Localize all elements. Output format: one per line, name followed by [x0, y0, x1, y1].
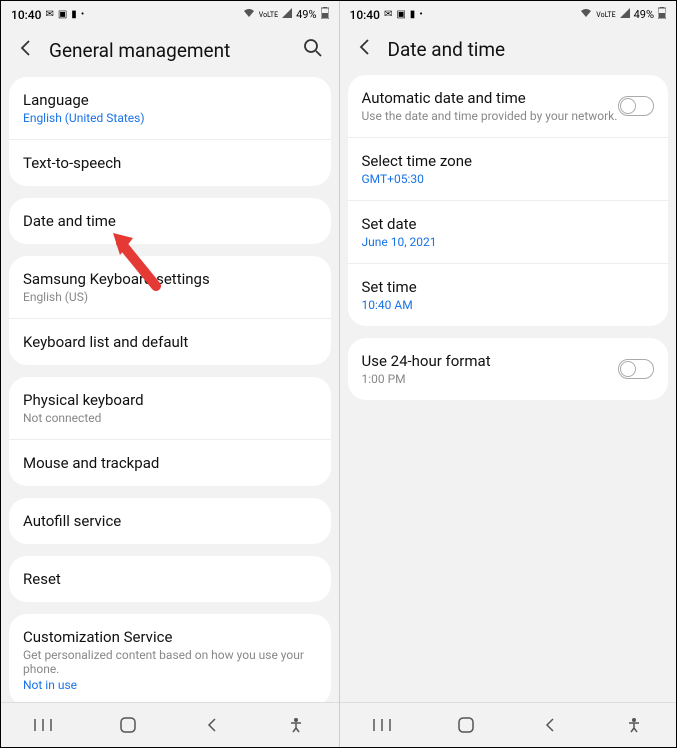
toggle-off[interactable] [618, 96, 654, 116]
nav-bar [340, 702, 677, 747]
item-sub-extra: Not in use [23, 678, 317, 692]
item-date-and-time[interactable]: Date and time [9, 198, 331, 244]
page-title: Date and time [388, 38, 661, 61]
recents-icon[interactable] [31, 713, 55, 737]
card: Customization Service Get personalized c… [9, 614, 331, 702]
screen-date-and-time: 10:40 ✉ ▣ ▮ • VoLTE 49% [339, 1, 677, 747]
item-sub: June 10, 2021 [362, 235, 655, 249]
notification-icon: ▣ [396, 9, 405, 20]
battery-icon [658, 7, 666, 22]
item-title: Set time [362, 278, 655, 296]
item-physical-keyboard[interactable]: Physical keyboard Not connected [9, 377, 331, 440]
item-title: Text-to-speech [23, 154, 317, 172]
card: Physical keyboard Not connected Mouse an… [9, 377, 331, 486]
back-icon[interactable] [17, 39, 35, 62]
item-title: Set date [362, 215, 655, 233]
signal-icon [282, 8, 292, 21]
page-title: General management [49, 39, 289, 62]
item-title: Automatic date and time [362, 89, 619, 107]
card: Samsung Keyboard settings English (US) K… [9, 256, 331, 365]
more-indicator: • [81, 9, 84, 20]
item-title: Use 24-hour format [362, 352, 619, 370]
card: Automatic date and time Use the date and… [348, 75, 669, 326]
lte-icon: VoLTE [259, 11, 278, 19]
item-sub: 1:00 PM [362, 372, 619, 386]
status-bar: 10:40 ✉ ▣ ▮ • VoLTE 49% [340, 1, 677, 28]
wifi-icon [580, 8, 592, 21]
item-title: Customization Service [23, 628, 317, 646]
item-select-time-zone[interactable]: Select time zone GMT+05:30 [348, 138, 669, 201]
lte-icon: VoLTE [596, 11, 615, 19]
status-bar: 10:40 ✉ ▣ ▮ • VoLTE 49% [1, 1, 339, 28]
item-set-time[interactable]: Set time 10:40 AM [348, 264, 669, 326]
wifi-icon [243, 8, 255, 21]
more-indicator: • [419, 9, 422, 20]
item-sub: GMT+05:30 [362, 172, 655, 186]
status-time: 10:40 [11, 8, 41, 22]
item-title: Date and time [23, 212, 317, 230]
battery-percent: 49% [296, 8, 316, 21]
item-samsung-keyboard[interactable]: Samsung Keyboard settings English (US) [9, 256, 331, 319]
item-sub: 10:40 AM [362, 298, 655, 312]
recents-icon[interactable] [370, 713, 394, 737]
back-nav-icon[interactable] [200, 713, 224, 737]
nav-bar [1, 702, 339, 747]
item-keyboard-list[interactable]: Keyboard list and default [9, 319, 331, 365]
notification-icon: ▮ [410, 9, 416, 20]
item-title: Autofill service [23, 512, 317, 530]
item-sub: Get personalized content based on how yo… [23, 648, 317, 676]
item-title: Language [23, 91, 317, 109]
search-icon[interactable] [303, 38, 323, 63]
item-sub: English (United States) [23, 111, 317, 125]
card: Language English (United States) Text-to… [9, 77, 331, 186]
toggle-off[interactable] [618, 359, 654, 379]
item-title: Mouse and trackpad [23, 454, 317, 472]
notification-icon: ✉ [45, 9, 53, 20]
item-automatic-date-time[interactable]: Automatic date and time Use the date and… [348, 75, 669, 138]
screen-general-management: 10:40 ✉ ▣ ▮ • VoLTE 49% [1, 1, 339, 747]
back-icon[interactable] [356, 38, 374, 61]
item-title: Reset [23, 570, 317, 588]
battery-percent: 49% [634, 8, 654, 21]
item-text-to-speech[interactable]: Text-to-speech [9, 140, 331, 186]
accessibility-icon[interactable] [622, 713, 646, 737]
item-set-date[interactable]: Set date June 10, 2021 [348, 201, 669, 264]
item-autofill[interactable]: Autofill service [9, 498, 331, 544]
status-time: 10:40 [350, 8, 380, 22]
header: General management [1, 28, 339, 77]
item-mouse-trackpad[interactable]: Mouse and trackpad [9, 440, 331, 486]
settings-list: Automatic date and time Use the date and… [340, 75, 677, 702]
settings-list: Language English (United States) Text-to… [1, 77, 339, 702]
item-title: Samsung Keyboard settings [23, 270, 317, 288]
item-title: Keyboard list and default [23, 333, 317, 351]
home-icon[interactable] [454, 713, 478, 737]
item-sub: English (US) [23, 290, 317, 304]
notification-icon: ▮ [71, 9, 77, 20]
card: Reset [9, 556, 331, 602]
item-reset[interactable]: Reset [9, 556, 331, 602]
notification-icon: ✉ [384, 9, 392, 20]
item-customization-service[interactable]: Customization Service Get personalized c… [9, 614, 331, 702]
card: Date and time [9, 198, 331, 244]
home-icon[interactable] [116, 713, 140, 737]
item-language[interactable]: Language English (United States) [9, 77, 331, 140]
item-24-hour-format[interactable]: Use 24-hour format 1:00 PM [348, 338, 669, 400]
card: Autofill service [9, 498, 331, 544]
item-title: Select time zone [362, 152, 655, 170]
signal-icon [620, 8, 630, 21]
accessibility-icon[interactable] [284, 713, 308, 737]
battery-icon [321, 7, 329, 22]
card: Use 24-hour format 1:00 PM [348, 338, 669, 400]
item-title: Physical keyboard [23, 391, 317, 409]
item-sub: Not connected [23, 411, 317, 425]
header: Date and time [340, 28, 677, 75]
item-sub: Use the date and time provided by your n… [362, 109, 619, 123]
notification-icon: ▣ [58, 9, 67, 20]
back-nav-icon[interactable] [538, 713, 562, 737]
